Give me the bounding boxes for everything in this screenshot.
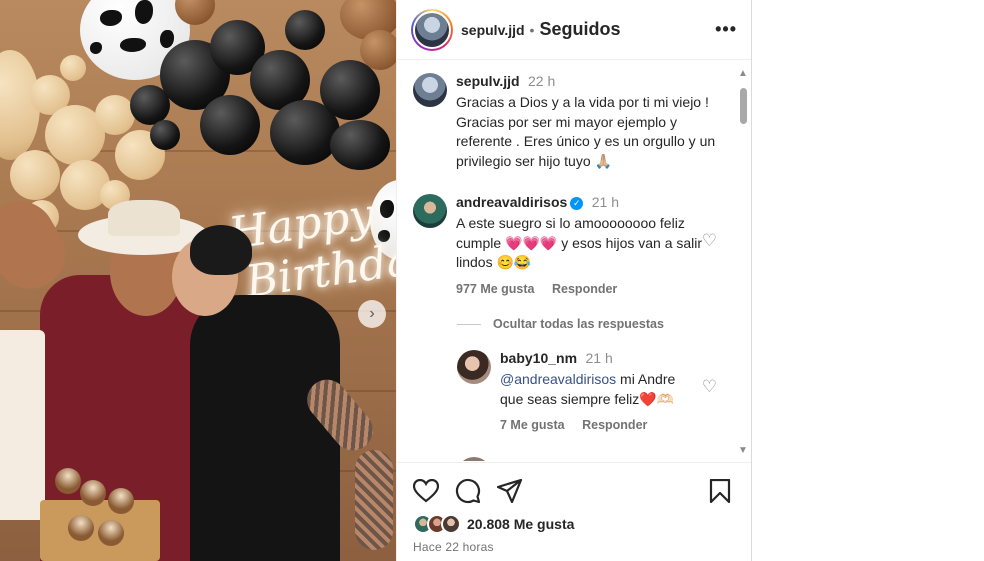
heart-icon[interactable] — [413, 479, 439, 503]
comment-time[interactable]: 21 h — [592, 194, 619, 210]
comments-list[interactable]: sepulv.jjd 22 h Gracias a Dios y a la vi… — [397, 61, 737, 461]
reply-avatar[interactable] — [457, 350, 491, 384]
younger-man-hair — [190, 225, 252, 275]
follow-status[interactable]: Seguidos — [539, 19, 620, 40]
caption-time[interactable]: 22 h — [528, 73, 555, 89]
balloon — [60, 55, 86, 81]
next-photo-button[interactable]: › — [358, 300, 386, 328]
comment-text: A este suegro si lo amoooooooo feliz cum… — [456, 214, 706, 273]
separator-dot: • — [529, 21, 535, 38]
comment-likes[interactable]: 977 Me gusta — [456, 282, 535, 296]
reply-meta: 7 Me gusta Responder — [500, 418, 733, 432]
balloon — [95, 95, 135, 135]
mention-link[interactable]: @andreavaldirisos — [500, 371, 616, 387]
treat — [55, 468, 81, 494]
reply-avatar[interactable] — [457, 457, 491, 461]
liker-avatar[interactable] — [441, 514, 461, 534]
balloon — [330, 120, 390, 170]
balloon — [10, 150, 60, 200]
like-reply-heart-icon[interactable]: ♡ — [702, 377, 717, 397]
likes-row: 20.808 Me gusta — [413, 514, 735, 534]
reply-time[interactable]: 21 h — [586, 350, 613, 366]
reply-likes[interactable]: 7 Me gusta — [500, 418, 565, 432]
tattooed-forearm — [355, 450, 393, 550]
comments-scrollbar[interactable]: ▲ ▼ — [737, 68, 749, 456]
treat — [80, 480, 106, 506]
caption-avatar[interactable] — [413, 73, 447, 107]
comment-avatar[interactable] — [413, 194, 447, 228]
balloon — [285, 10, 325, 50]
like-comment-heart-icon[interactable]: ♡ — [702, 231, 717, 251]
scroll-thumb[interactable] — [740, 88, 747, 124]
post-actions: 20.808 Me gusta Hace 22 horas — [397, 462, 751, 554]
treat — [98, 520, 124, 546]
reply-button[interactable]: Responder — [552, 282, 617, 296]
birthday-cake — [0, 330, 45, 520]
more-options-icon[interactable]: ••• — [715, 19, 737, 40]
comment-icon[interactable] — [455, 478, 481, 504]
caption: sepulv.jjd 22 h Gracias a Dios y a la vi… — [413, 73, 733, 171]
balloon — [130, 85, 170, 125]
post-header: sepulv.jjd • Seguidos ••• — [397, 0, 751, 60]
post-timestamp[interactable]: Hace 22 horas — [413, 540, 735, 554]
chevron-right-icon: › — [369, 305, 375, 322]
share-icon[interactable] — [497, 479, 523, 503]
scroll-down-icon[interactable]: ▼ — [737, 445, 749, 456]
reply-button[interactable]: Responder — [582, 418, 647, 432]
verified-badge-icon: ✓ — [570, 197, 584, 210]
comment-username[interactable]: andreavaldirisos — [456, 194, 567, 210]
younger-man-shirt — [190, 295, 340, 561]
divider-line — [457, 323, 481, 325]
hearts-emoji: 💗💗💗 — [505, 234, 558, 251]
reply-text: @andreavaldirisos mi Andre que seas siem… — [500, 370, 695, 409]
reply: baby10_nm 21 h @andreavaldirisos mi Andr… — [457, 350, 733, 432]
author-username[interactable]: sepulv.jjd — [461, 22, 525, 38]
treat — [68, 515, 94, 541]
scroll-up-icon[interactable]: ▲ — [737, 68, 749, 79]
balloon — [150, 120, 180, 150]
caption-username[interactable]: sepulv.jjd — [456, 73, 520, 89]
post-details-panel: sepulv.jjd • Seguidos ••• sepulv.jjd 22 … — [396, 0, 752, 561]
balloon — [320, 60, 380, 120]
reply-username[interactable]: baby10_nm — [500, 350, 577, 366]
bookmark-icon[interactable] — [709, 479, 731, 503]
caption-text: Gracias a Dios y a la vida por ti mi vie… — [456, 94, 716, 169]
likes-count[interactable]: 20.808 Me gusta — [467, 516, 574, 532]
hide-replies-label: Ocultar todas las respuestas — [493, 317, 664, 331]
treat — [108, 488, 134, 514]
author-avatar[interactable] — [411, 8, 453, 51]
comment: andreavaldirisos ✓ 21 h A este suegro si … — [413, 194, 733, 296]
post-photo[interactable]: Happy Birthday › — [0, 0, 396, 561]
comment-meta: 977 Me gusta Responder — [456, 282, 733, 296]
cowboy-hat-top — [108, 200, 180, 236]
hide-replies-button[interactable]: Ocultar todas las respuestas — [457, 317, 664, 331]
balloon — [200, 95, 260, 155]
